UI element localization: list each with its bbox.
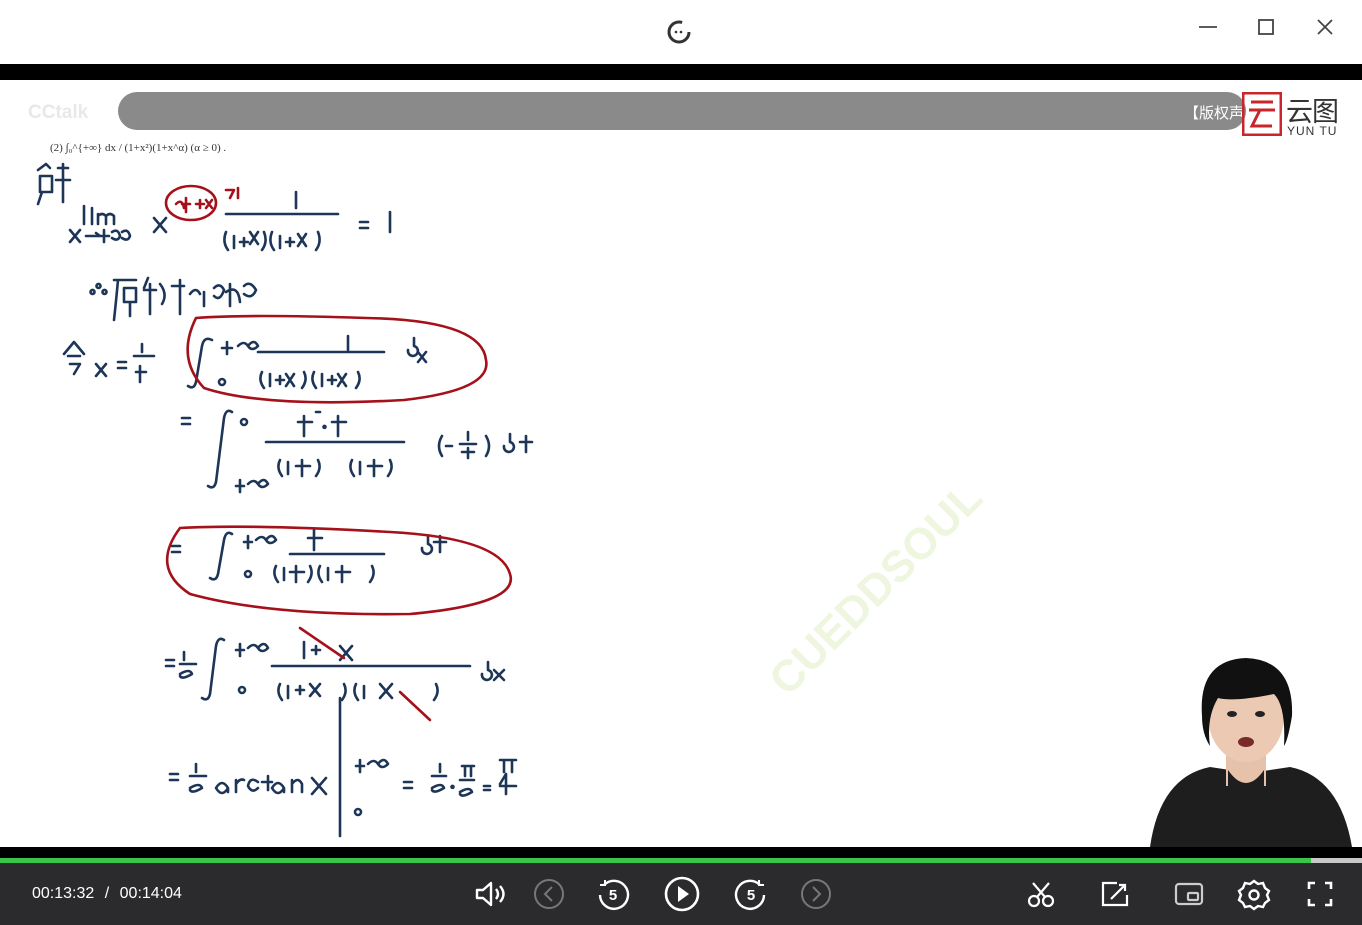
next-icon <box>801 879 831 909</box>
minimize-icon[interactable] <box>1195 14 1221 40</box>
previous-button[interactable] <box>530 875 568 913</box>
total-time: 00:14:04 <box>119 885 182 902</box>
clip-icon <box>1027 882 1055 908</box>
forward-5-button[interactable]: 5 <box>732 875 770 913</box>
previous-icon <box>534 879 564 909</box>
rewind-5-icon: 5 <box>598 879 630 910</box>
play-button[interactable] <box>663 875 701 913</box>
video-frame[interactable]: CCtalk CUEDDSOUL 【版权声 云图 YUN TU (2) ∫₀^{… <box>0 80 1362 847</box>
current-time: 00:13:32 <box>32 885 95 902</box>
picture-in-picture-icon <box>1174 882 1204 906</box>
svg-text:5: 5 <box>609 887 617 904</box>
volume-icon <box>475 881 505 907</box>
fullscreen-icon <box>1307 881 1333 907</box>
time-separator: / <box>104 885 110 902</box>
clip-button[interactable] <box>1022 875 1060 913</box>
video-top-border <box>0 64 1362 80</box>
picture-in-picture-button[interactable] <box>1170 875 1208 913</box>
share-button[interactable] <box>1095 875 1133 913</box>
title-bar <box>0 0 1362 64</box>
maximize-icon[interactable] <box>1253 14 1279 40</box>
share-icon <box>1101 881 1129 907</box>
fullscreen-button[interactable] <box>1301 875 1339 913</box>
player-controls: 00:13:32 / 00:14:04 5 5 <box>0 863 1362 925</box>
settings-button[interactable] <box>1235 875 1273 913</box>
next-button[interactable] <box>797 875 835 913</box>
time-display: 00:13:32 / 00:14:04 <box>32 885 182 903</box>
svg-text:5: 5 <box>747 887 755 904</box>
close-icon[interactable] <box>1312 14 1338 40</box>
forward-5-icon: 5 <box>734 879 766 910</box>
play-icon <box>664 876 700 912</box>
volume-button[interactable] <box>470 875 508 913</box>
teacher-video-overlay <box>1140 658 1362 847</box>
settings-icon <box>1237 879 1271 911</box>
rewind-5-button[interactable]: 5 <box>594 875 632 913</box>
app-logo-icon <box>667 20 691 44</box>
progress-bar[interactable] <box>0 847 1362 863</box>
